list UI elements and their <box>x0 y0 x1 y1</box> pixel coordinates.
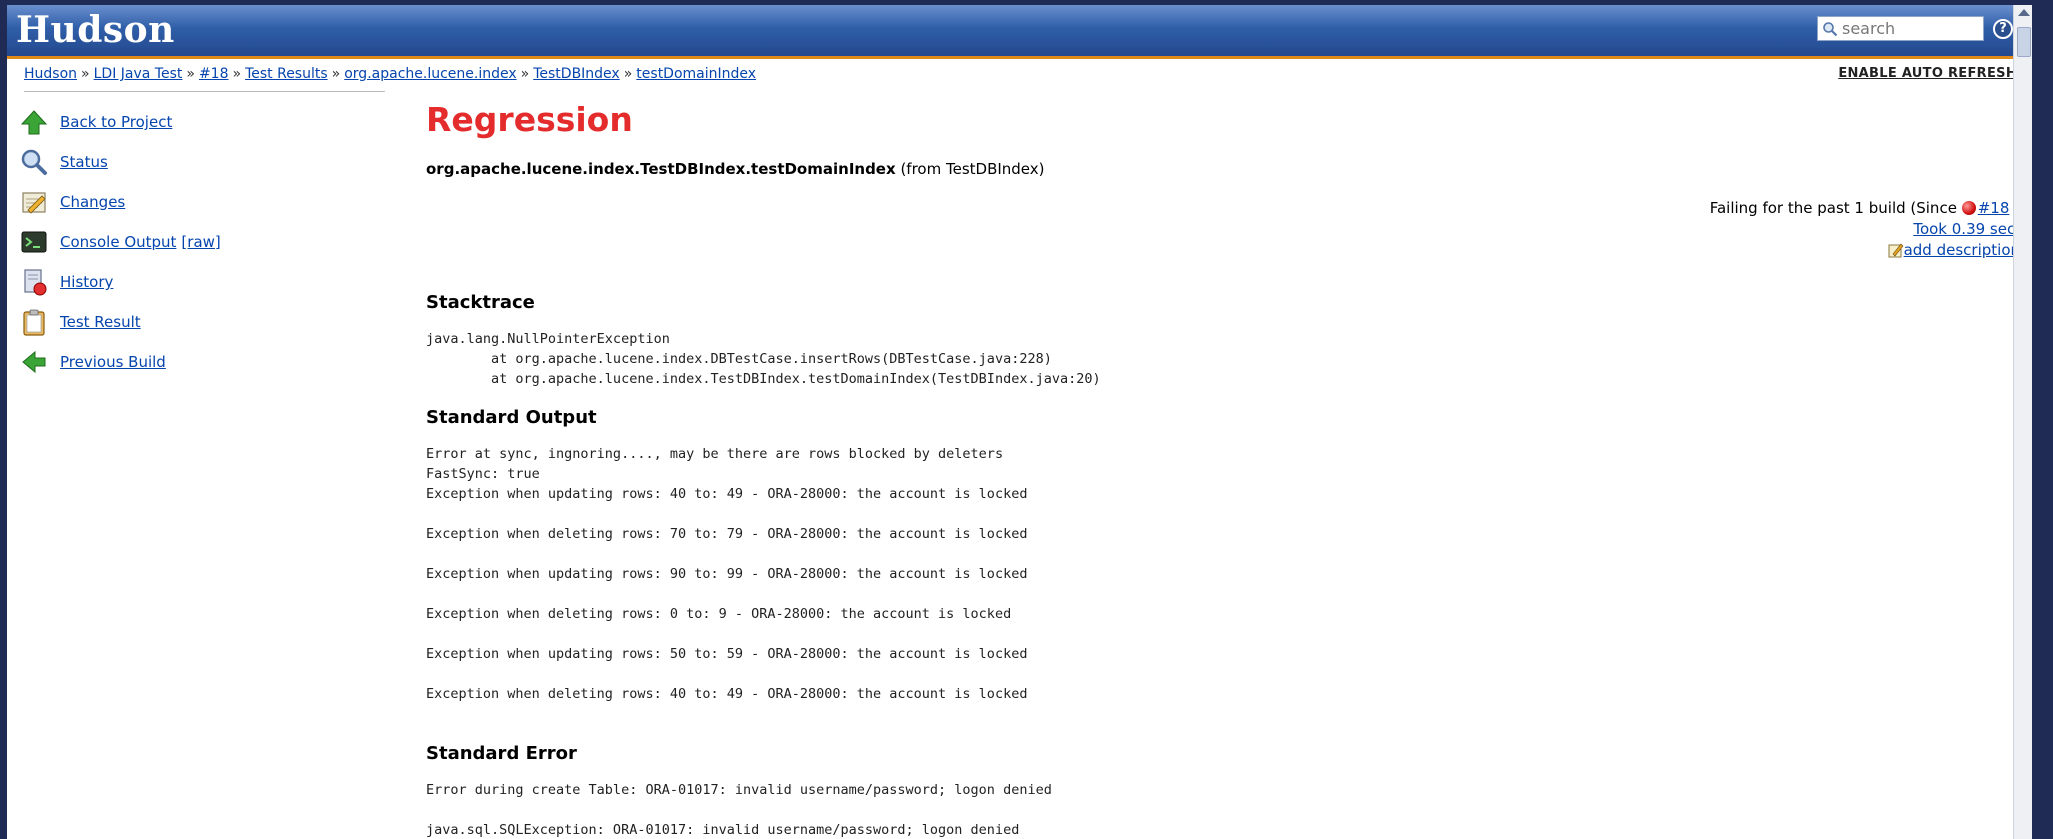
standard-error-text: Error during create Table: ORA-01017: in… <box>426 782 1052 838</box>
sidebar: Back to Project Status Changes Console O… <box>20 107 400 387</box>
vertical-scrollbar[interactable] <box>2013 5 2032 839</box>
sidebar-item-previous-build[interactable]: Previous Build <box>20 347 400 377</box>
scroll-up-icon[interactable] <box>2018 9 2030 16</box>
history-icon <box>24 269 47 296</box>
breadcrumb-hudson[interactable]: Hudson <box>24 66 77 82</box>
failing-build-link[interactable]: #18 <box>1978 199 2010 217</box>
page-title: Regression <box>426 100 633 139</box>
breadcrumb: Hudson» LDI Java Test» #18» Test Results» or… <box>24 66 757 82</box>
sidebar-item-label[interactable]: Back to Project <box>60 113 172 131</box>
header-bar: Hudson search ? <box>7 5 2032 59</box>
failing-status: Failing for the past 1 build (Since #18 … <box>1709 199 2020 217</box>
stacktrace-section: Stacktrace java.lang.NullPointerExceptio… <box>426 292 1101 389</box>
browser-viewport: Hudson search ? Hudson» LDI Java Test» #18… <box>7 5 2032 839</box>
hudson-logo[interactable]: Hudson <box>16 9 175 51</box>
standard-output-section: Standard Output Error at sync, ingnoring… <box>426 407 1027 704</box>
search-input[interactable]: search <box>1817 16 1984 41</box>
stacktrace-text: java.lang.NullPointerException at org.ap… <box>426 331 1101 387</box>
took-link[interactable]: Took 0.39 sec. <box>1913 220 2020 238</box>
notepad-icon <box>22 192 46 214</box>
sidebar-item-label[interactable]: Previous Build <box>60 353 166 371</box>
add-description-link[interactable]: add description <box>1904 241 2020 259</box>
search-placeholder: search <box>1842 19 1896 38</box>
breadcrumb-package[interactable]: org.apache.lucene.index <box>344 66 516 82</box>
failed-build-icon <box>1961 201 1976 215</box>
standard-output-heading: Standard Output <box>426 407 597 428</box>
main-content: Regression org.apache.lucene.index.TestD… <box>426 100 2026 838</box>
stacktrace-heading: Stacktrace <box>426 292 535 313</box>
scroll-thumb[interactable] <box>2017 27 2031 57</box>
sidebar-item-label[interactable]: Status <box>60 153 108 171</box>
standard-error-heading: Standard Error <box>426 743 577 764</box>
console-raw-link[interactable]: [raw] <box>181 233 220 251</box>
status-block: Failing for the past 1 build (Since #18 … <box>1710 198 2020 261</box>
edit-icon <box>1888 243 1903 258</box>
breadcrumb-test[interactable]: testDomainIndex <box>636 66 756 82</box>
search-icon <box>1823 21 1838 36</box>
up-arrow-icon <box>20 110 48 135</box>
breadcrumb-ldi-java-test[interactable]: LDI Java Test <box>94 66 183 82</box>
standard-error-section: Standard Error Error during create Table… <box>426 743 1052 839</box>
sidebar-item-status[interactable]: Status <box>20 147 400 177</box>
sidebar-item-label[interactable]: Changes <box>60 193 125 211</box>
sidebar-item-console-output[interactable]: Console Output [raw] <box>20 227 400 257</box>
left-arrow-icon <box>22 350 46 374</box>
breadcrumb-class[interactable]: TestDBIndex <box>533 66 620 82</box>
enable-auto-refresh-link[interactable]: ENABLE AUTO REFRESH <box>1838 66 2017 81</box>
sidebar-item-back-to-project[interactable]: Back to Project <box>20 107 400 137</box>
breadcrumb-test-results[interactable]: Test Results <box>245 66 328 82</box>
test-from: (from TestDBIndex) <box>900 160 1045 178</box>
breadcrumb-bar: Hudson» LDI Java Test» #18» Test Results» or… <box>7 59 2032 93</box>
terminal-icon <box>21 231 47 253</box>
sidebar-divider <box>24 91 385 92</box>
breadcrumb-build-18[interactable]: #18 <box>199 66 229 82</box>
standard-output-text: Error at sync, ingnoring...., may be the… <box>426 446 1028 702</box>
sidebar-item-label[interactable]: History <box>60 273 113 291</box>
magnifier-icon <box>21 149 47 175</box>
test-name: org.apache.lucene.index.TestDBIndex.test… <box>426 160 2026 178</box>
sidebar-item-label[interactable]: Console Output <box>60 233 176 251</box>
test-full-name: org.apache.lucene.index.TestDBIndex.test… <box>426 160 896 178</box>
clipboard-icon <box>23 309 45 336</box>
help-icon[interactable]: ? <box>1993 19 2013 39</box>
sidebar-item-changes[interactable]: Changes <box>20 187 400 217</box>
sidebar-item-label[interactable]: Test Result <box>60 313 141 331</box>
sidebar-item-history[interactable]: History <box>20 267 400 297</box>
sidebar-item-test-result[interactable]: Test Result <box>20 307 400 337</box>
